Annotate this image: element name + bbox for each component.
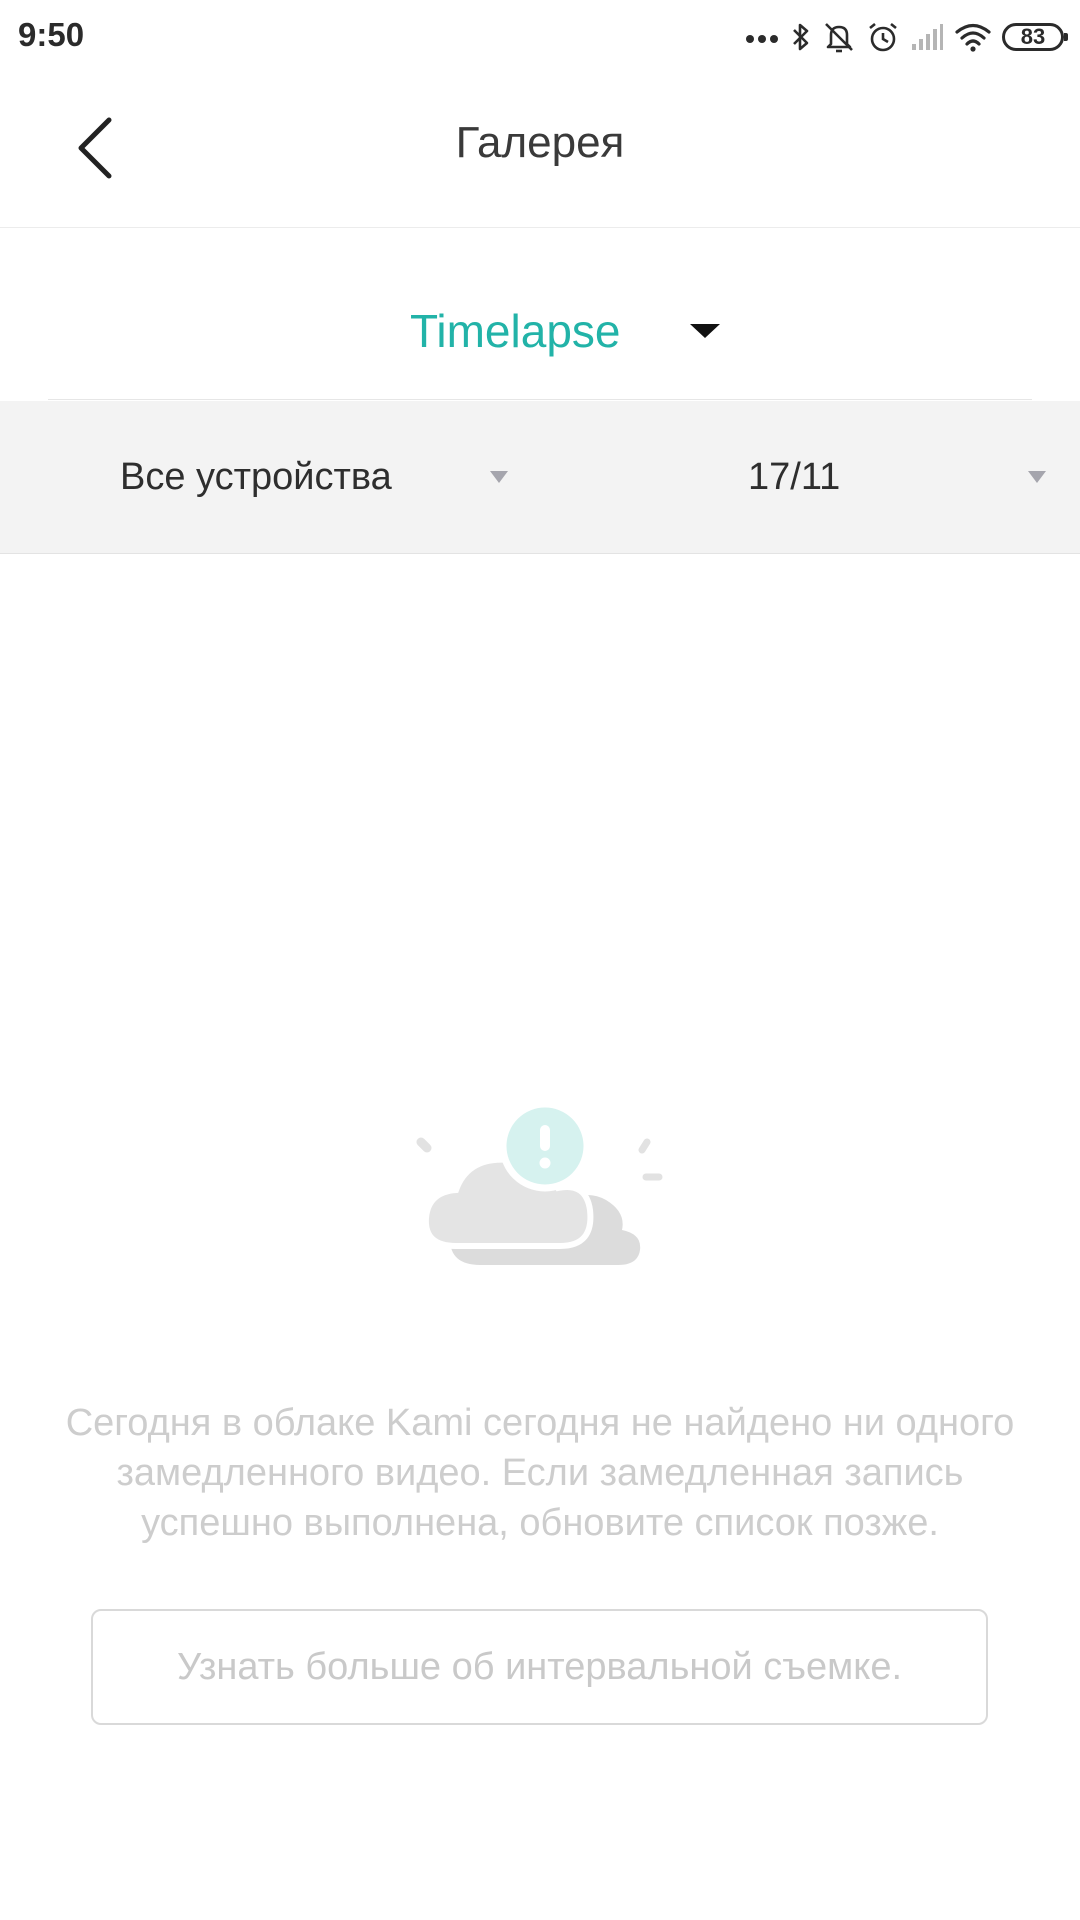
divider <box>48 399 1032 400</box>
status-bar: 9:50 83 <box>0 0 1080 72</box>
learn-more-button[interactable]: Узнать больше об интервальной съемке. <box>91 1609 988 1725</box>
cloud-alert-icon <box>416 1100 663 1265</box>
caret-down-icon <box>690 324 721 338</box>
page-title: Галерея <box>455 118 625 167</box>
caret-down-icon <box>1028 471 1046 483</box>
status-icons: 83 <box>744 18 1068 56</box>
empty-message-line: успешно выполнена, обновите список позже… <box>141 1502 939 1544</box>
bluetooth-icon <box>793 23 809 51</box>
mode-selector: Timelapse <box>0 228 1080 400</box>
filter-bar: Все устройства 17/11 <box>0 401 1080 554</box>
mode-label: Timelapse <box>410 305 621 357</box>
mute-icon <box>825 23 853 53</box>
empty-message: Сегодня в облаке Kami сегодня не найдено… <box>0 1398 1080 1548</box>
device-filter-label: Все устройства <box>120 455 392 498</box>
app-header: Галерея <box>0 72 1080 228</box>
wifi-icon <box>955 23 991 52</box>
date-filter-label: 17/11 <box>748 455 841 498</box>
caret-down-icon <box>490 471 508 483</box>
device-filter-dropdown[interactable]: Все устройства <box>120 401 520 553</box>
empty-message-line: замедленного видео. Если замедленная зап… <box>116 1452 964 1494</box>
signal-icon <box>912 24 943 50</box>
battery-level: 83 <box>1020 24 1046 49</box>
empty-message-line: Сегодня в облаке Kami сегодня не найдено… <box>65 1402 1015 1444</box>
alarm-icon <box>869 22 897 52</box>
mode-dropdown[interactable]: Timelapse <box>410 304 721 358</box>
status-time: 9:50 <box>18 16 85 53</box>
date-filter-dropdown[interactable]: 17/11 <box>748 401 1058 553</box>
more-dots-icon <box>746 35 778 43</box>
battery-icon: 83 <box>1002 23 1068 51</box>
